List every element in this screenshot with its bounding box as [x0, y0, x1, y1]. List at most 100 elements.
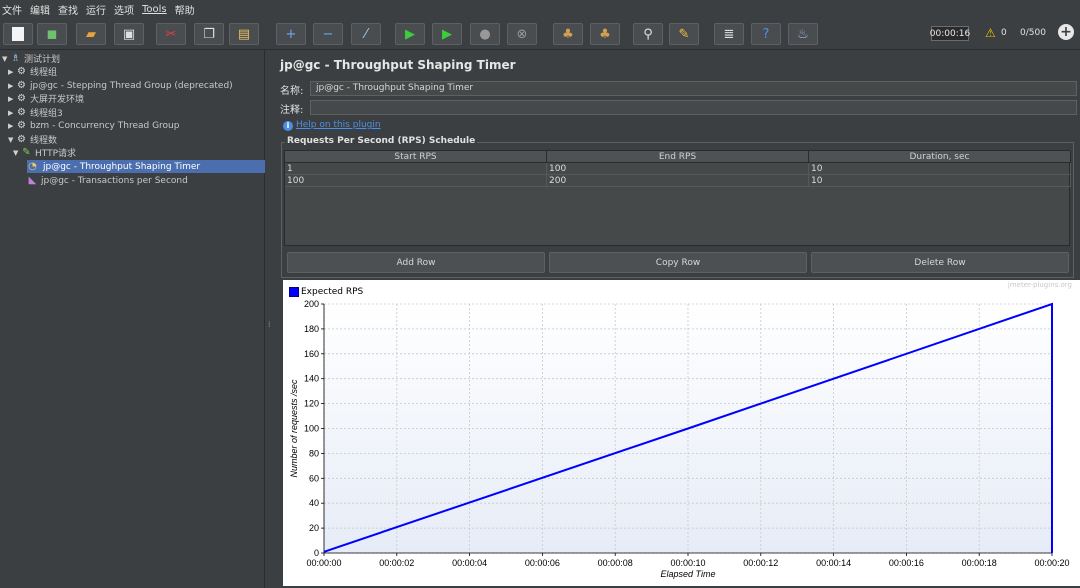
x-tick-label: 00:00:08	[598, 558, 633, 568]
x-tick-label: 00:00:02	[379, 558, 414, 568]
remote-globe-icon[interactable]: +	[1058, 24, 1074, 40]
expand-icon[interactable]: +	[276, 23, 306, 45]
gear-icon: ⚙	[17, 107, 26, 118]
expand-arrow-icon[interactable]: ▼	[13, 149, 21, 157]
y-tick-label: 140	[304, 374, 319, 384]
tree-node-http-request[interactable]: ▼ ✎ HTTP请求	[13, 146, 76, 159]
menu-file[interactable]: 文件	[2, 2, 22, 17]
column-header-end-rps[interactable]: End RPS	[547, 151, 809, 163]
graph-icon: ◣	[28, 175, 37, 186]
expand-arrow-icon[interactable]: ▼	[8, 136, 16, 144]
schedule-table: Start RPS End RPS Duration, sec 1 100 10…	[284, 150, 1071, 246]
timer-config-panel: jp@gc - Throughput Shaping Timer 名称: jp@…	[273, 50, 1080, 588]
open-icon[interactable]: ▰	[76, 23, 106, 45]
collapse-arrow-icon[interactable]: ▶	[8, 82, 16, 90]
menu-tools[interactable]: Tools	[142, 4, 167, 15]
warning-count: 0	[1001, 28, 1007, 38]
column-header-start-rps[interactable]: Start RPS	[285, 151, 547, 163]
comment-label: 注释:	[280, 105, 304, 116]
tree-node-label: HTTP请求	[35, 149, 77, 159]
save-icon[interactable]: ▣	[114, 23, 144, 45]
tree-node-concurrency-thread-group[interactable]: ▶ ⚙ bzm - Concurrency Thread Group	[8, 119, 179, 132]
stop-icon[interactable]: ●	[470, 23, 500, 45]
tree-node-test-plan[interactable]: ▼ ♗ 测试计划	[2, 52, 60, 65]
help-icon[interactable]: ?	[751, 23, 781, 45]
y-tick-label: 0	[314, 548, 319, 558]
warning-icon[interactable]: ⚠	[985, 26, 996, 40]
delete-row-button[interactable]: Delete Row	[811, 252, 1069, 273]
search-icon[interactable]: ⚲	[633, 23, 663, 45]
expand-arrow-icon[interactable]: ▼	[2, 55, 10, 63]
y-tick-label: 160	[304, 349, 319, 359]
table-cell[interactable]: 1	[285, 163, 547, 175]
gear-icon: ⚙	[17, 66, 26, 77]
tree-node-label: 线程数	[30, 136, 58, 146]
tree-node-throughput-shaping-timer[interactable]: ◔ jp@gc - Throughput Shaping Timer	[27, 160, 265, 173]
menu-run[interactable]: 运行	[86, 2, 106, 17]
templates-icon[interactable]: ◼	[37, 23, 67, 45]
clear-icon[interactable]: ♣	[553, 23, 583, 45]
tree-node-label: jp@gc - Stepping Thread Group (deprecate…	[30, 80, 233, 91]
table-cell[interactable]: 10	[809, 175, 1071, 187]
collapse-icon[interactable]: −	[313, 23, 343, 45]
tree-node-stepping-thread-group[interactable]: ▶ ⚙ jp@gc - Stepping Thread Group (depre…	[8, 79, 233, 92]
x-tick-label: 00:00:04	[452, 558, 487, 568]
copy-row-button[interactable]: Copy Row	[549, 252, 807, 273]
collapse-arrow-icon[interactable]: ▶	[8, 122, 16, 130]
add-row-button[interactable]: Add Row	[287, 252, 545, 273]
table-cell[interactable]: 10	[809, 163, 1071, 175]
tree-node-thread-group[interactable]: ▶ ⚙ 线程组	[8, 65, 57, 78]
gear-icon: ⚙	[17, 120, 26, 131]
clear-all-icon[interactable]: ♣	[590, 23, 620, 45]
remote-icon[interactable]: ♨	[788, 23, 818, 45]
test-plan-tree: ▼ ♗ 测试计划 ▶ ⚙ 线程组 ▶ ⚙ jp@gc - Stepping Th…	[0, 50, 265, 588]
y-tick-label: 100	[304, 424, 319, 434]
name-field[interactable]: jp@gc - Throughput Shaping Timer	[310, 81, 1077, 96]
collapse-arrow-icon[interactable]: ▶	[8, 68, 16, 76]
chart-watermark: jmeter-plugins.org	[1007, 281, 1072, 289]
menu-search[interactable]: 查找	[58, 2, 78, 17]
help-link[interactable]: Help on this plugin	[296, 120, 381, 130]
split-pane-divider[interactable]	[265, 50, 273, 588]
menu-options[interactable]: 选项	[114, 2, 134, 17]
cut-icon[interactable]: ✂	[156, 23, 186, 45]
tree-node-label: jp@gc - Transactions per Second	[41, 175, 188, 186]
tree-node-dashboard-env[interactable]: ▶ ⚙ 大屏开发环境	[8, 92, 84, 105]
copy-icon[interactable]: ❐	[194, 23, 224, 45]
timer-icon: ◔	[28, 161, 37, 172]
menu-help[interactable]: 帮助	[175, 2, 195, 17]
table-cell[interactable]: 200	[547, 175, 809, 187]
table-cell[interactable]: 100	[285, 175, 547, 187]
start-icon[interactable]: ▶	[395, 23, 425, 45]
y-axis-label: Number of requests /sec	[289, 379, 299, 478]
toggle-icon[interactable]: ⁄	[351, 23, 381, 45]
menu-edit[interactable]: 编辑	[30, 2, 50, 17]
x-tick-label: 00:00:00	[306, 558, 341, 568]
function-helper-icon[interactable]: ≣	[714, 23, 744, 45]
gear-icon: ⚙	[17, 93, 26, 104]
paste-icon[interactable]: ▤	[229, 23, 259, 45]
collapse-arrow-icon[interactable]: ▶	[8, 95, 16, 103]
drag-handle-icon[interactable]: ⁞	[268, 320, 271, 329]
reset-search-icon[interactable]: ✎	[669, 23, 699, 45]
x-tick-label: 00:00:14	[816, 558, 851, 568]
new-icon[interactable]	[3, 23, 33, 45]
page-title: jp@gc - Throughput Shaping Timer	[280, 58, 516, 72]
legend-label: Expected RPS	[301, 287, 364, 297]
y-tick-label: 20	[309, 523, 319, 533]
schedule-title: Requests Per Second (RPS) Schedule	[285, 136, 478, 146]
table-cell[interactable]: 100	[547, 163, 809, 175]
start-no-pauses-icon[interactable]: ▶	[432, 23, 462, 45]
shutdown-icon[interactable]: ⊗	[507, 23, 537, 45]
collapse-arrow-icon[interactable]: ▶	[8, 109, 16, 117]
column-header-duration[interactable]: Duration, sec	[809, 151, 1071, 163]
gear-icon: ⚙	[17, 80, 26, 91]
tree-node-transactions-per-second[interactable]: ◣ jp@gc - Transactions per Second	[27, 174, 188, 187]
tree-node-thread-count[interactable]: ▼ ⚙ 线程数	[8, 133, 57, 146]
comment-field[interactable]	[310, 100, 1077, 115]
tree-node-thread-group-3[interactable]: ▶ ⚙ 线程组3	[8, 106, 63, 119]
expected-rps-chart: 00:00:00 00:00:02 00:00:04 00:00:06 00:00:08…	[283, 280, 1080, 586]
y-tick-label: 80	[309, 448, 319, 458]
y-tick-label: 60	[309, 473, 319, 483]
elapsed-time: 00:00:16	[930, 26, 970, 41]
